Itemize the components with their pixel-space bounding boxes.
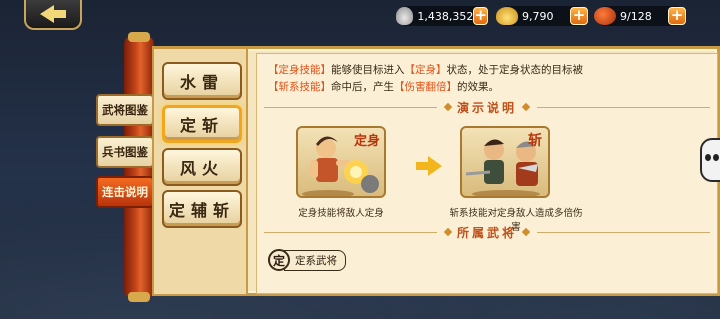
add-gold-button[interactable]: +	[570, 7, 588, 25]
demo-section-title: 演示说明	[256, 99, 718, 115]
meat-stamina-icon	[594, 7, 616, 25]
add-stamina-button[interactable]: +	[668, 7, 686, 25]
slash-stamp: 斩	[528, 133, 542, 149]
tab-general-codex[interactable]: 武将图鉴	[96, 94, 154, 126]
silver-ingot-icon	[396, 7, 414, 25]
category-water-thunder[interactable]: 水雷	[162, 62, 242, 100]
general-type-label: 定系武将	[284, 249, 346, 271]
gold-counter: 9,790 +	[496, 6, 588, 26]
tab-combo-guide[interactable]: 连击说明	[96, 176, 154, 208]
general-type-badge[interactable]: 定 定系武将	[268, 249, 346, 271]
category-wind-fire[interactable]: 风火	[162, 148, 242, 186]
panda-helper-icon[interactable]	[700, 138, 720, 182]
freeze-stamp: 定身	[353, 134, 380, 149]
stamina-counter: 9/128 +	[594, 6, 686, 26]
arrow-right-icon	[416, 156, 442, 176]
demo-freeze-image: 定身	[296, 126, 386, 198]
freeze-seal-icon: 定	[268, 249, 290, 271]
gold-value: 9,790	[522, 9, 554, 23]
category-freeze-support-slash[interactable]: 定辅斩	[162, 190, 242, 228]
combo-description: 【定身技能】能够使目标进入【定身】状态，处于定身状态的目标被 【斩系技能】命中后…	[268, 64, 583, 93]
add-silver-button[interactable]: +	[473, 7, 488, 25]
generals-section-title: 所属武将	[256, 224, 718, 240]
silver-value: 1,438,352	[417, 9, 474, 23]
silver-counter: 1,438,352 +	[396, 6, 488, 26]
stamina-value: 9/128	[620, 9, 652, 23]
back-arrow-icon	[40, 5, 54, 23]
tab-book-codex[interactable]: 兵书图鉴	[96, 136, 154, 168]
category-freeze-slash[interactable]: 定斩	[162, 105, 242, 143]
demo-left-caption: 定身技能将敌人定身	[298, 208, 384, 219]
gold-ingot-icon	[496, 7, 518, 25]
demo-slash-image: 斩	[460, 126, 550, 198]
back-button[interactable]	[24, 0, 82, 30]
